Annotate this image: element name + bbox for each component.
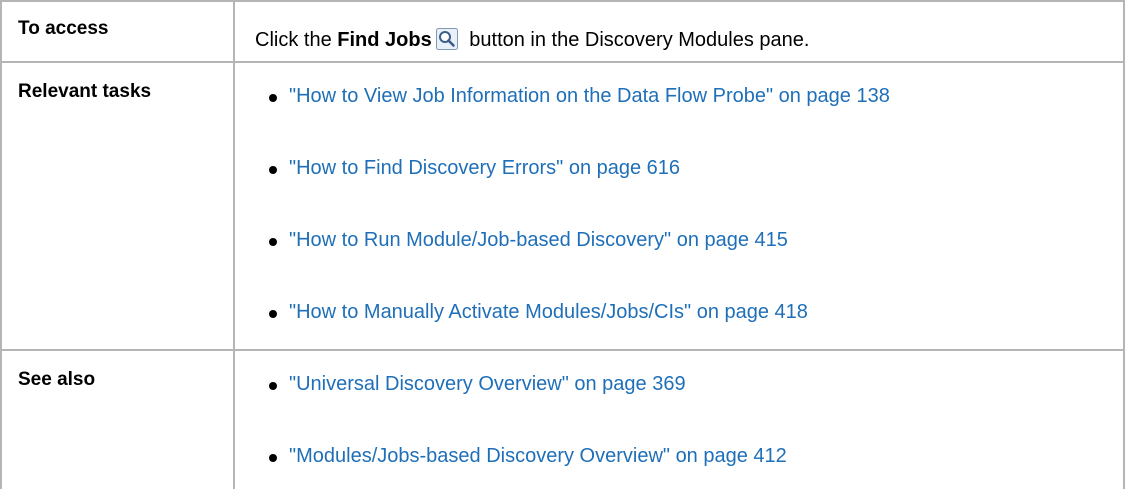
- link-modules-jobs-overview[interactable]: "Modules/Jobs-based Discovery Overview" …: [289, 445, 787, 468]
- bullet-icon: [269, 454, 277, 462]
- row-label-see-also: See also: [18, 369, 96, 390]
- bullet-icon: [269, 166, 277, 174]
- table-row-divider: [0, 61, 1125, 63]
- table-border-top: [0, 0, 1125, 2]
- access-suffix: button in the Discovery Modules pane.: [463, 29, 810, 51]
- table-column-divider: [233, 0, 235, 489]
- access-instructions: Click the Find Jobs button in the Discov…: [255, 28, 809, 52]
- bullet-icon: [269, 310, 277, 318]
- bullet-icon: [269, 238, 277, 246]
- row-label-to-access: To access: [18, 18, 109, 39]
- row-label-relevant-tasks: Relevant tasks: [18, 81, 152, 102]
- link-run-module-job-discovery[interactable]: "How to Run Module/Job-based Discovery" …: [289, 229, 788, 252]
- find-jobs-label: Find Jobs: [337, 29, 432, 51]
- bullet-icon: [269, 382, 277, 390]
- table-row-divider: [0, 349, 1125, 351]
- link-universal-discovery-overview[interactable]: "Universal Discovery Overview" on page 3…: [289, 373, 686, 396]
- table-border-left: [0, 0, 2, 489]
- link-view-job-information[interactable]: "How to View Job Information on the Data…: [289, 85, 890, 108]
- magnifier-icon[interactable]: [435, 28, 458, 50]
- access-prefix: Click the: [255, 29, 338, 51]
- bullet-icon: [269, 94, 277, 102]
- link-find-discovery-errors[interactable]: "How to Find Discovery Errors" on page 6…: [289, 157, 680, 180]
- help-table: To access Click the Find Jobs button in …: [0, 0, 1125, 489]
- link-manually-activate[interactable]: "How to Manually Activate Modules/Jobs/C…: [289, 301, 808, 324]
